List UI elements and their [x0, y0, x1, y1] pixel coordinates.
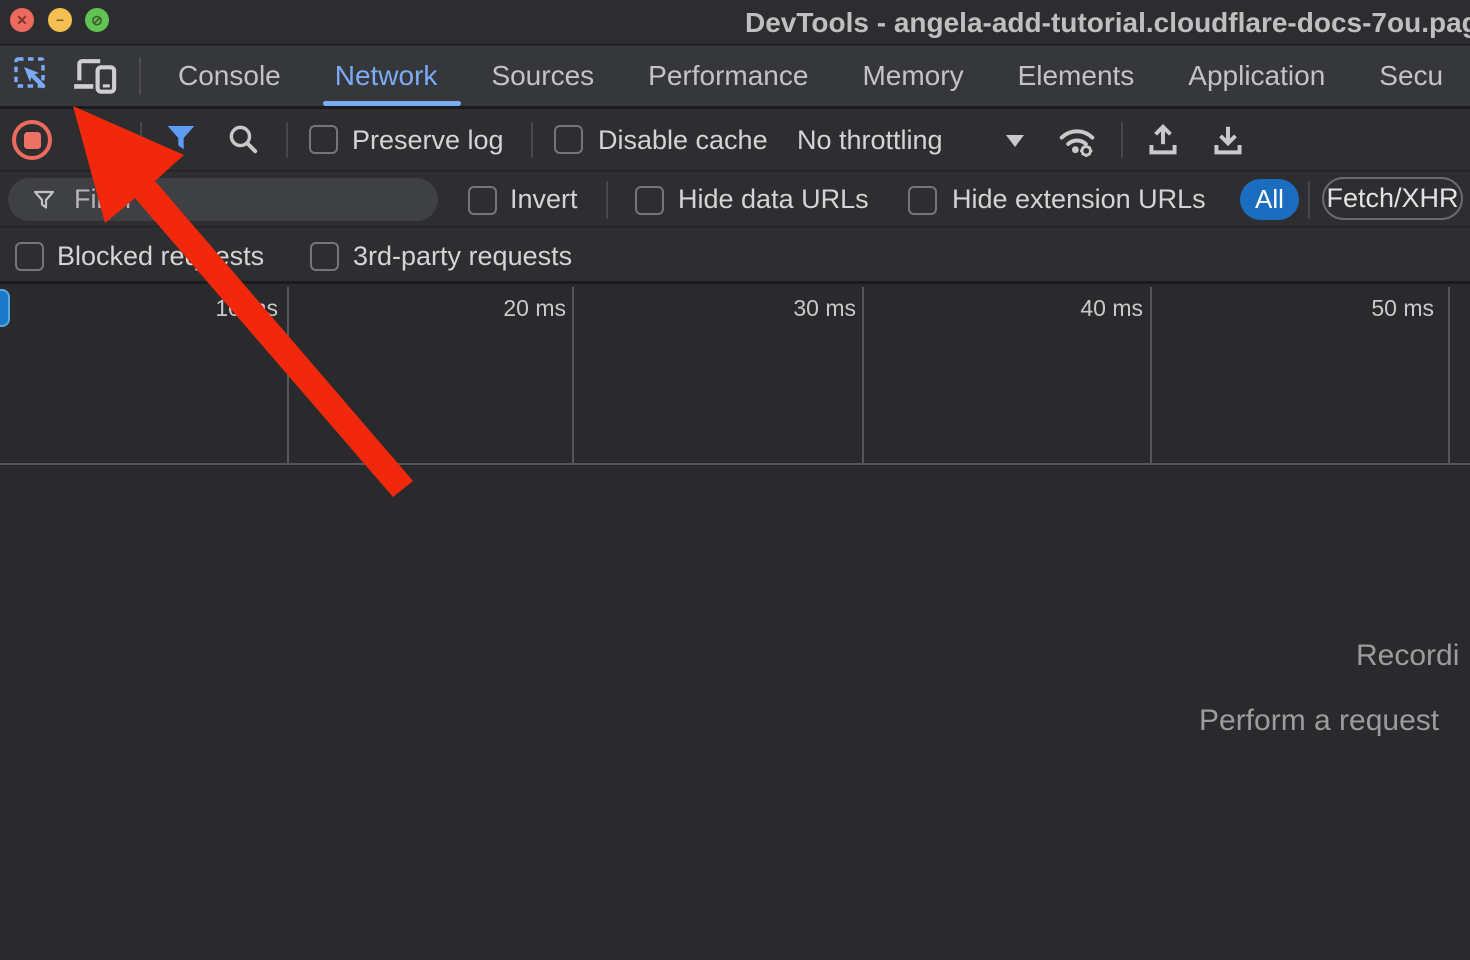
import-har-button[interactable] — [1143, 121, 1183, 159]
tab-console[interactable]: Console — [168, 46, 291, 106]
minimize-window-button[interactable]: − — [48, 8, 72, 32]
chevron-down-icon — [1006, 135, 1024, 147]
timeline-gridline — [572, 287, 574, 464]
timeline-gridline — [287, 287, 289, 464]
timeline-tick-label: 30 ms — [793, 295, 856, 322]
circle-slash-icon — [82, 121, 118, 157]
timeline-selection-handle — [0, 289, 10, 327]
timeline-tick-label: 40 ms — [1080, 295, 1143, 322]
toolbar-separator — [531, 122, 533, 158]
wifi-gear-icon — [1056, 122, 1098, 158]
disable-cache-label[interactable]: Disable cache — [598, 109, 768, 171]
blocked-requests-checkbox[interactable] — [15, 242, 44, 271]
tab-sources[interactable]: Sources — [481, 46, 604, 106]
disable-cache-checkbox[interactable] — [554, 125, 583, 154]
third-party-requests-label[interactable]: 3rd-party requests — [353, 228, 572, 284]
window-titlebar: ✕ − ⊘ DevTools - angela-add-tutorial.clo… — [0, 0, 1470, 45]
toggle-device-toolbar-button[interactable] — [72, 56, 118, 96]
record-stop-icon — [24, 132, 41, 149]
toolbar-separator — [140, 122, 142, 158]
tab-application[interactable]: Application — [1178, 46, 1335, 106]
network-conditions-button[interactable] — [1056, 122, 1098, 158]
funnel-icon — [165, 122, 197, 154]
devtools-window: ✕ − ⊘ DevTools - angela-add-tutorial.clo… — [0, 0, 1470, 960]
third-party-requests-checkbox[interactable] — [310, 242, 339, 271]
tab-memory[interactable]: Memory — [852, 46, 973, 106]
record-network-log-button[interactable] — [12, 120, 52, 160]
device-toolbar-icon — [72, 56, 118, 96]
tabbar-separator — [139, 57, 141, 95]
zoom-window-button[interactable]: ⊘ — [85, 8, 109, 32]
clear-network-log-button[interactable] — [82, 121, 118, 157]
network-panel-content: 10 ms 20 ms 30 ms 40 ms 50 ms Recordi Pe… — [0, 287, 1470, 960]
inspect-element-button[interactable] — [12, 55, 54, 97]
invert-label[interactable]: Invert — [510, 172, 578, 227]
filterbar-separator — [1308, 181, 1310, 219]
request-type-all-button[interactable]: All — [1240, 179, 1299, 220]
hide-extension-urls-label[interactable]: Hide extension URLs — [952, 172, 1206, 227]
upload-icon — [1143, 121, 1183, 159]
download-icon — [1208, 121, 1248, 159]
filter-input[interactable] — [72, 183, 438, 216]
empty-state-recording-text: Recordi — [1356, 639, 1459, 673]
devtools-tabbar: Console Network Sources Performance Memo… — [0, 46, 1470, 109]
request-type-fetch-xhr-button[interactable]: Fetch/XHR — [1322, 177, 1463, 220]
filter-input-container — [8, 178, 438, 221]
tab-elements[interactable]: Elements — [1008, 46, 1145, 106]
search-icon — [226, 122, 260, 156]
hide-data-urls-label[interactable]: Hide data URLs — [678, 172, 869, 227]
window-title: DevTools - angela-add-tutorial.cloudflar… — [745, 0, 1470, 45]
tab-security[interactable]: Secu — [1369, 46, 1453, 106]
panel-tabs: Console Network Sources Performance Memo… — [168, 46, 1453, 106]
preserve-log-checkbox[interactable] — [309, 125, 338, 154]
network-filter-bar: Invert Hide data URLs Hide extension URL… — [0, 172, 1470, 227]
close-window-button[interactable]: ✕ — [10, 8, 34, 32]
request-filters-row: Blocked requests 3rd-party requests — [0, 228, 1470, 284]
timeline-baseline — [0, 463, 1470, 465]
search-button[interactable] — [226, 122, 260, 156]
hide-data-urls-checkbox[interactable] — [635, 186, 664, 215]
filter-toggle-button[interactable] — [165, 122, 197, 154]
empty-state-hint-text: Perform a request — [1199, 704, 1439, 738]
network-toolbar: Preserve log Disable cache No throttling — [0, 109, 1470, 171]
timeline-tick-label: 10 ms — [215, 295, 278, 322]
inspect-cursor-icon — [12, 55, 54, 97]
filterbar-separator — [606, 181, 608, 219]
invert-checkbox[interactable] — [468, 186, 497, 215]
funnel-outline-icon — [32, 188, 56, 212]
timeline-gridline — [862, 287, 864, 464]
preserve-log-label[interactable]: Preserve log — [352, 109, 504, 171]
hide-extension-urls-checkbox[interactable] — [908, 186, 937, 215]
export-har-button[interactable] — [1208, 121, 1248, 159]
tab-performance[interactable]: Performance — [638, 46, 818, 106]
toolbar-separator — [1121, 122, 1123, 158]
toolbar-separator — [286, 122, 288, 158]
tab-network[interactable]: Network — [325, 46, 448, 106]
timeline-gridline — [1150, 287, 1152, 464]
timeline-tick-label: 50 ms — [1371, 295, 1434, 322]
blocked-requests-label[interactable]: Blocked requests — [57, 228, 264, 284]
throttling-select[interactable]: No throttling — [797, 109, 943, 171]
timeline-gridline — [1448, 287, 1450, 464]
timeline-tick-label: 20 ms — [503, 295, 566, 322]
